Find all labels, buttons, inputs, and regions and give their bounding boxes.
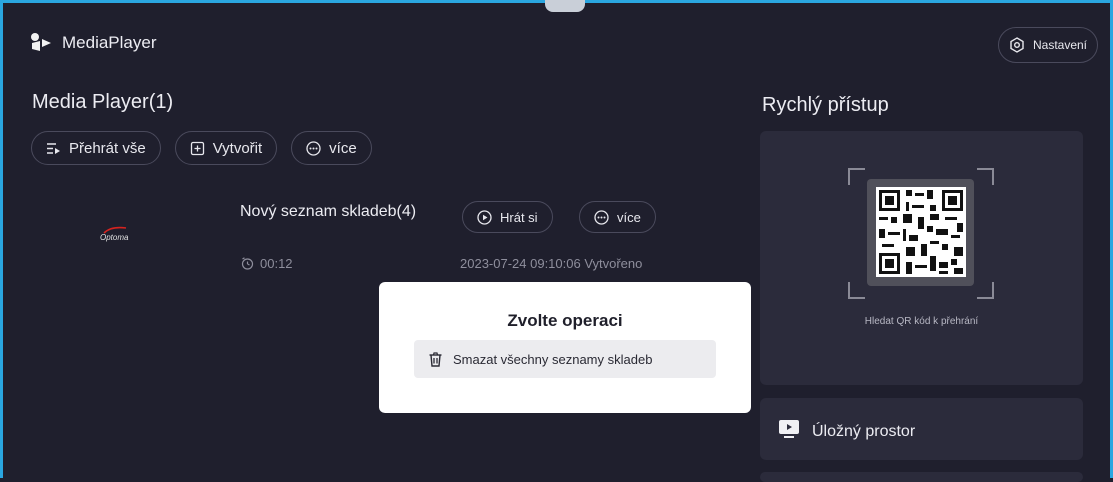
play-button[interactable]: Hrát si [462,201,553,233]
page-title: Media Player(1) [32,91,174,113]
clock-icon [241,257,254,270]
playlist-name: Nový seznam skladeb(4) [240,203,417,220]
delete-all-label: Smazat všechny seznamy skladeb [453,351,653,367]
play-all-icon [47,142,60,154]
delete-all-playlists-option[interactable]: Smazat všechny seznamy skladeb [414,340,716,378]
settings-icon [1010,37,1024,53]
playlist-more-wrap: více [579,201,656,233]
settings-button[interactable]: Nastavení [998,27,1098,63]
play-label: Hrát si [500,209,538,225]
quick-access-title: Rychlý přístup [762,94,889,116]
storage-label: Úložný prostor [812,423,916,440]
playlist-more-label: více [617,209,641,225]
optoma-logo: Optoma [100,233,129,242]
dialog-title: Zvolte operaci [507,311,623,330]
trash-icon [429,351,442,367]
storage-icon [779,420,799,438]
more-label: více [329,139,357,157]
qr-caption: Hledat QR kód k přehrání [864,316,979,327]
storage-card[interactable] [760,398,1083,460]
toolbar: Přehrát vše Vytvořit více [31,131,372,165]
play-button-wrap: Hrát si [462,201,553,233]
more-icon [594,209,609,225]
playlist-more-button[interactable]: více [579,201,656,233]
playlist-created: 2023-07-24 09:10:06 Vytvořeno [460,256,643,271]
create-label: Vytvořit [212,139,263,157]
duration-value: 00:12 [260,256,293,271]
operation-dialog: Zvolte operaci Smazat všechny seznamy sk… [379,282,751,413]
play-all-label: Přehrát vše [69,139,146,157]
more-icon [306,140,321,156]
create-icon [190,141,204,155]
app-logo-icon [31,33,51,51]
playlist-duration: 00:12 [241,256,293,271]
more-button[interactable]: více [291,131,372,165]
play-all-button[interactable]: Přehrát vše [31,131,161,165]
create-button[interactable]: Vytvořit [174,131,278,165]
pull-down-handle[interactable] [545,0,585,12]
next-card[interactable] [760,472,1083,482]
play-icon [477,209,492,225]
settings-label: Nastavení [1032,38,1088,52]
app-title: MediaPlayer [62,33,157,52]
qr-code-icon [876,187,966,277]
